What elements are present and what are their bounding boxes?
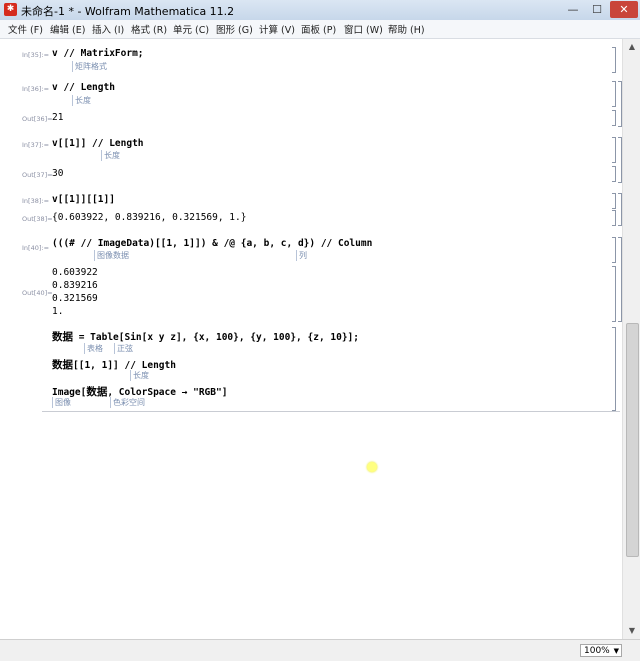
out-label: Out[36]= (22, 115, 53, 123)
output-line: 0.321569 (52, 293, 98, 304)
input-code[interactable]: v // Length (52, 82, 115, 93)
usage-hint: 表格 (84, 343, 103, 354)
input-code-text: v[[1]][[1]] (52, 194, 115, 205)
input-code-text: v // Length (52, 82, 115, 93)
cell-bracket[interactable] (612, 81, 616, 107)
zoom-value: 100% (584, 646, 610, 656)
cell-bracket[interactable] (612, 266, 616, 322)
menu-cell[interactable]: 单元 (C) (173, 22, 209, 36)
cell-bracket[interactable] (612, 110, 616, 126)
input-code-text: = Table[Sin[x y z], {x, 100}, {y, 100}, … (73, 332, 359, 343)
mathematica-logo-icon: ✱ (4, 3, 17, 16)
in-label: In[38]:= (22, 197, 50, 205)
cell-bracket[interactable] (612, 327, 616, 411)
usage-hint: 矩阵格式 (72, 61, 107, 72)
close-button[interactable]: ✕ (610, 1, 638, 18)
menu-evaluation[interactable]: 计算 (V) (259, 22, 295, 36)
output-value: {0.603922, 0.839216, 0.321569, 1.} (52, 212, 247, 223)
chevron-down-icon: ▼ (613, 647, 619, 655)
out-label: Out[37]= (22, 171, 53, 179)
menu-palettes[interactable]: 面板 (P) (301, 22, 336, 36)
out-label: Out[38]= (22, 215, 53, 223)
in-label: In[35]:= (22, 51, 50, 59)
cell-bracket[interactable] (612, 137, 616, 163)
input-code-text: v[[1]] // Length (52, 138, 144, 149)
output-value: 30 (52, 168, 64, 179)
input-code[interactable]: (((# // ImageData)[[1, 1]]) & /@ {a, b, … (52, 238, 372, 249)
scroll-thumb[interactable] (626, 323, 639, 557)
input-code-text: v // MatrixForm; (52, 48, 144, 59)
in-label: In[36]:= (22, 85, 50, 93)
menu-format[interactable]: 格式 (R) (131, 22, 167, 36)
usage-hint: 长度 (72, 95, 91, 106)
usage-hint: 长度 (101, 150, 120, 161)
notebook-area[interactable]: In[35]:= v // MatrixForm; 矩阵格式 In[36]:= … (0, 39, 622, 639)
input-code[interactable]: v[[1]][[1]] (52, 194, 115, 205)
cell-bracket[interactable] (612, 47, 616, 73)
usage-hint: 列 (296, 250, 307, 261)
usage-hint: 色彩空间 (110, 397, 145, 408)
window-title: 未命名-1 * - Wolfram Mathematica 11.2 (21, 5, 235, 18)
in-label: In[37]:= (22, 141, 50, 149)
cell-bracket[interactable] (612, 210, 616, 226)
menu-edit[interactable]: 编辑 (E) (50, 22, 85, 36)
variable-shuju: 数据 (86, 386, 108, 398)
variable-shuju: 数据 (52, 331, 73, 343)
variable-shuju: 数据 (52, 359, 73, 371)
menu-file[interactable]: 文件 (F) (8, 22, 43, 36)
status-bar: 100% ▼ (0, 639, 640, 661)
usage-hint: 图像数据 (94, 250, 129, 261)
menu-insert[interactable]: 插入 (I) (92, 22, 124, 36)
cell-bracket[interactable] (612, 166, 616, 182)
output-value: 21 (52, 112, 64, 123)
output-line: 0.839216 (52, 280, 98, 291)
input-code[interactable]: 数据[[1, 1]] // Length (52, 357, 176, 372)
input-code-text: (((# // ImageData)[[1, 1]]) & /@ {a, b, … (52, 238, 373, 249)
input-code-text: [[1, 1]] // Length (73, 360, 176, 371)
scroll-up-icon[interactable]: ▲ (623, 39, 640, 55)
input-code[interactable]: v[[1]] // Length (52, 138, 144, 149)
menu-help[interactable]: 帮助 (H) (388, 22, 425, 36)
maximize-button[interactable]: ☐ (586, 1, 608, 18)
menu-bar: 文件 (F) 编辑 (E) 插入 (I) 格式 (R) 单元 (C) 图形 (G… (0, 20, 640, 39)
menu-graphics[interactable]: 图形 (G) (216, 22, 253, 36)
usage-hint: 图像 (52, 397, 71, 408)
minimize-button[interactable]: — (562, 1, 584, 18)
vertical-scrollbar[interactable]: ▲ ▼ (622, 39, 640, 639)
title-bar: ✱ 未命名-1 * - Wolfram Mathematica 11.2 — ☐… (0, 0, 640, 21)
menu-window[interactable]: 窗口 (W) (344, 22, 383, 36)
usage-hint: 长度 (130, 370, 149, 381)
cell-bracket[interactable] (612, 193, 616, 209)
input-code[interactable]: v // MatrixForm; (52, 48, 144, 59)
cursor-highlight (367, 462, 377, 472)
output-line: 1. (52, 306, 64, 317)
out-label: Out[40]= (22, 289, 53, 297)
scroll-down-icon[interactable]: ▼ (623, 623, 640, 639)
zoom-selector[interactable]: 100% ▼ (580, 644, 622, 657)
usage-hint: 正弦 (114, 343, 133, 354)
cell-insertion-line[interactable] (42, 411, 620, 412)
cell-bracket[interactable] (612, 237, 616, 263)
input-code[interactable]: 数据 = Table[Sin[x y z], {x, 100}, {y, 100… (52, 329, 359, 344)
output-line: 0.603922 (52, 267, 98, 278)
in-label: In[40]:= (22, 244, 50, 252)
